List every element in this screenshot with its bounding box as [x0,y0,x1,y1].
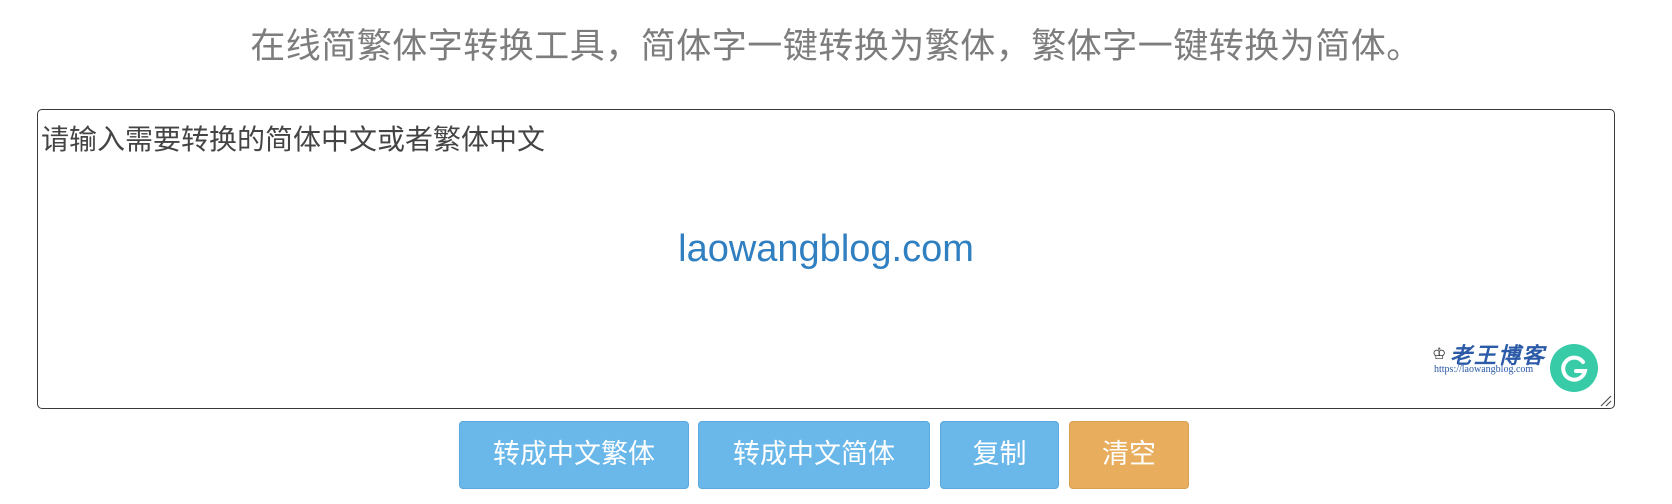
grammarly-icon[interactable] [1550,344,1598,392]
editor-text: 请输入需要转换的简体中文或者繁体中文 [41,123,546,156]
crown-icon: ♔ [1432,344,1447,363]
site-watermark: laowangblog.com [678,228,974,270]
copy-button[interactable]: 复制 [940,421,1059,489]
to-simplified-button[interactable]: 转成中文简体 [698,421,930,489]
text-input-area[interactable]: 请输入需要转换的简体中文或者繁体中文 laowangblog.com ♔ 老王博… [37,109,1615,409]
page-title: 在线简繁体字转换工具，简体字一键转换为繁体，繁体字一键转换为简体。 [250,27,1422,67]
logo-url: https://laowangblog.com [1434,364,1534,375]
resize-handle-icon[interactable] [1598,392,1612,407]
clear-button[interactable]: 清空 [1069,421,1189,489]
page: 在线简繁体字转换工具，简体字一键转换为繁体，繁体字一键转换为简体。 请输入需要转… [0,0,1672,504]
action-buttons: 转成中文繁体 转成中文简体 复制 清空 [0,421,1672,489]
to-traditional-button[interactable]: 转成中文繁体 [459,421,689,489]
blog-logo: ♔ 老王博客 https://laowangblog.com [1432,340,1552,376]
